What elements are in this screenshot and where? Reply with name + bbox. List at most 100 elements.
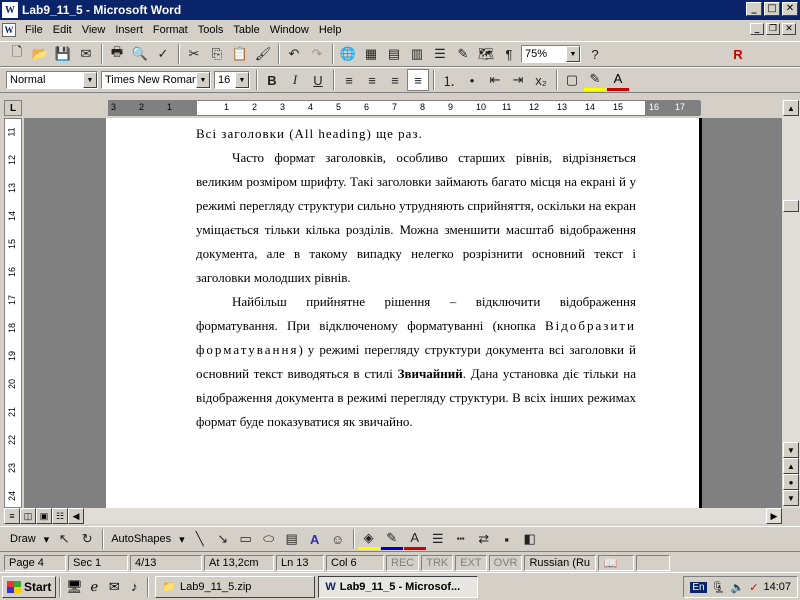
print-preview-icon[interactable]: 🔍: [129, 43, 151, 65]
save-icon[interactable]: 💾: [52, 43, 74, 65]
menu-window[interactable]: Window: [265, 24, 314, 36]
horizontal-scrollbar[interactable]: [84, 508, 782, 524]
style-select[interactable]: Normal ▼: [6, 71, 98, 89]
horizontal-ruler[interactable]: 3 2 1 1 2 3 4 5 6 7 8 9 10 11 12 13 14 1…: [108, 100, 701, 116]
spelling-icon[interactable]: ✓: [152, 43, 174, 65]
line-color-icon[interactable]: ✎: [380, 528, 403, 550]
menu-table[interactable]: Table: [228, 24, 264, 36]
chevron-down-icon[interactable]: ▾: [40, 533, 54, 546]
internet-explorer-icon[interactable]: ℯ: [84, 577, 104, 597]
free-rotate-icon[interactable]: ↻: [76, 528, 98, 550]
tables-borders-icon[interactable]: ▦: [360, 43, 382, 65]
doc-restore-button[interactable]: ❐: [766, 23, 780, 35]
increase-indent-icon[interactable]: ⇥: [507, 69, 529, 91]
insert-table-icon[interactable]: ▤: [383, 43, 405, 65]
highlight-icon[interactable]: ✎: [584, 69, 606, 91]
font-select[interactable]: Times New Roman ▼: [101, 71, 211, 89]
open-folder-icon[interactable]: 📂: [29, 43, 51, 65]
minimize-button[interactable]: _: [746, 2, 762, 16]
new-document-icon[interactable]: 🗋: [6, 43, 28, 65]
subscript-icon[interactable]: x₂: [530, 69, 552, 91]
document-page[interactable]: Всі заголовки (All heading) ще раз. Част…: [106, 118, 702, 508]
arrow-style-icon[interactable]: ⇄: [473, 528, 495, 550]
line-style-icon[interactable]: ☰: [427, 528, 449, 550]
chevron-down-icon[interactable]: ▼: [566, 46, 580, 62]
menu-help[interactable]: Help: [314, 24, 347, 36]
outline-view-icon[interactable]: ☷: [52, 508, 68, 524]
reader-icon[interactable]: R: [727, 43, 749, 65]
cut-icon[interactable]: ✂: [183, 43, 205, 65]
align-right-icon[interactable]: ≡: [384, 69, 406, 91]
web-layout-icon[interactable]: ◫: [20, 508, 36, 524]
scroll-up-icon[interactable]: ▲: [783, 100, 799, 116]
underline-icon[interactable]: U: [307, 69, 329, 91]
select-browse-object-icon[interactable]: ●: [783, 474, 799, 490]
antivirus-icon[interactable]: ✓: [749, 581, 758, 594]
drawing-icon[interactable]: ✎: [452, 43, 474, 65]
previous-page-icon[interactable]: ▲: [783, 458, 799, 474]
zip-tray-icon[interactable]: 🗜: [712, 581, 726, 594]
show-desktop-icon[interactable]: 🖥: [64, 577, 84, 597]
font-color-icon[interactable]: A: [607, 69, 629, 91]
line-icon[interactable]: ╲: [189, 528, 211, 550]
chevron-down-icon[interactable]: ▼: [83, 72, 97, 88]
select-objects-icon[interactable]: ↖: [53, 528, 75, 550]
format-painter-icon[interactable]: 🖌: [252, 43, 274, 65]
copy-icon[interactable]: ⎘: [206, 43, 228, 65]
border-icon[interactable]: ▢: [561, 69, 583, 91]
chevron-down-icon[interactable]: ▼: [235, 72, 249, 88]
scroll-down-icon[interactable]: ▼: [783, 442, 799, 458]
align-center-icon[interactable]: ≡: [361, 69, 383, 91]
italic-icon[interactable]: I: [284, 69, 306, 91]
scroll-left-icon[interactable]: ◀: [68, 508, 84, 524]
draw-menu[interactable]: Draw: [6, 533, 40, 545]
zoom-select[interactable]: 75% ▼: [521, 45, 581, 63]
close-button[interactable]: ✕: [782, 2, 798, 16]
print-icon[interactable]: 🖶: [106, 43, 128, 65]
wordart-icon[interactable]: A: [304, 528, 326, 550]
media-player-icon[interactable]: ♪: [124, 577, 144, 597]
menu-file[interactable]: File: [20, 24, 48, 36]
maximize-button[interactable]: □: [764, 2, 780, 16]
redo-icon[interactable]: ↷: [306, 43, 328, 65]
chevron-down-icon[interactable]: ▾: [175, 533, 189, 546]
doc-close-button[interactable]: ✕: [782, 23, 796, 35]
decrease-indent-icon[interactable]: ⇤: [484, 69, 506, 91]
document-body[interactable]: Всі заголовки (All heading) ще раз. Част…: [196, 122, 636, 434]
show-hide-icon[interactable]: ¶: [498, 43, 520, 65]
vertical-scrollbar[interactable]: ▲ ▼ ▲ ● ▼: [782, 100, 800, 508]
dash-style-icon[interactable]: ┅: [450, 528, 472, 550]
spelling-status-icon[interactable]: 📖: [598, 555, 635, 571]
help-icon[interactable]: ?: [584, 43, 606, 65]
scroll-right-icon[interactable]: ▶: [766, 508, 782, 524]
status-trk[interactable]: TRK: [421, 555, 454, 571]
text-box-icon[interactable]: ▤: [281, 528, 303, 550]
menu-view[interactable]: View: [77, 24, 111, 36]
align-left-icon[interactable]: ≡: [338, 69, 360, 91]
normal-view-icon[interactable]: ≡: [4, 508, 20, 524]
outlook-icon[interactable]: ✉: [104, 577, 124, 597]
bullets-icon[interactable]: •: [461, 69, 483, 91]
task-word-document[interactable]: W Lab9_11_5 - Microsof...: [318, 575, 479, 598]
status-ovr[interactable]: OVR: [488, 555, 523, 571]
hyperlink-icon[interactable]: 🌐: [337, 43, 359, 65]
chevron-down-icon[interactable]: ▼: [196, 72, 210, 88]
language-indicator[interactable]: En: [690, 581, 707, 593]
shadow-icon[interactable]: ▪: [496, 528, 518, 550]
permission-icon[interactable]: ✉: [75, 43, 97, 65]
oval-icon[interactable]: ⬭: [258, 528, 280, 550]
paste-icon[interactable]: 📋: [229, 43, 251, 65]
bold-icon[interactable]: B: [261, 69, 283, 91]
document-icon[interactable]: W: [2, 23, 16, 37]
vertical-ruler[interactable]: 11 12 13 14 15 16 17 18 19 20 21 22 23 2…: [4, 118, 22, 508]
menu-insert[interactable]: Insert: [110, 24, 148, 36]
menu-tools[interactable]: Tools: [193, 24, 229, 36]
menu-edit[interactable]: Edit: [48, 24, 77, 36]
columns-icon[interactable]: ☰: [429, 43, 451, 65]
volume-icon[interactable]: 🔈: [731, 581, 745, 594]
task-zip-folder[interactable]: 📁 Lab9_11_5.zip: [155, 575, 316, 598]
fill-color-icon[interactable]: ◈: [357, 528, 380, 550]
undo-icon[interactable]: ↶: [283, 43, 305, 65]
arrow-icon[interactable]: ↘: [212, 528, 234, 550]
menu-format[interactable]: Format: [148, 24, 193, 36]
